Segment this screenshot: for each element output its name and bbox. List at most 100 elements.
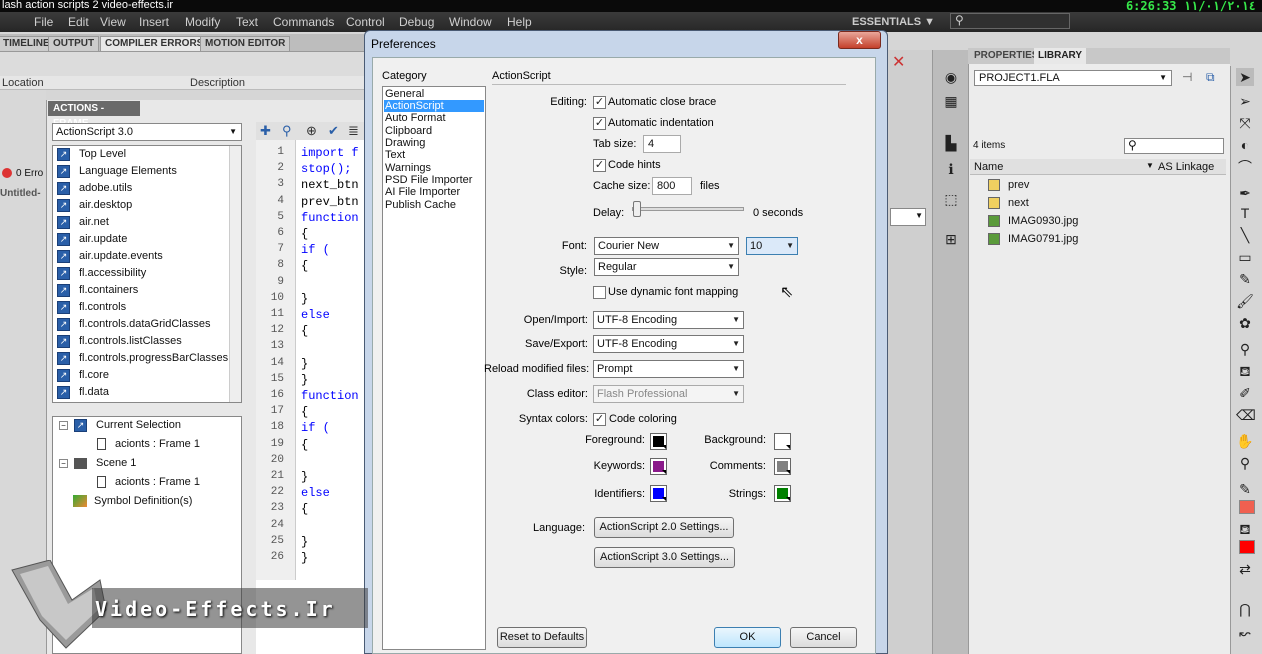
nav-current-selection[interactable]: − ↗ Current Selection xyxy=(59,417,181,434)
code-line[interactable]: { xyxy=(301,502,308,516)
code-line[interactable]: { xyxy=(301,227,308,241)
stroke-color-swatch[interactable] xyxy=(1239,500,1255,514)
code-line[interactable]: { xyxy=(301,324,308,338)
menu-commands[interactable]: Commands xyxy=(273,15,334,29)
toolbox-item[interactable]: ↗ Top Level xyxy=(57,146,126,163)
strings-swatch[interactable] xyxy=(774,485,791,502)
as3-settings-button[interactable]: ActionScript 3.0 Settings... xyxy=(594,547,735,568)
align-icon[interactable]: ▙ xyxy=(941,134,961,152)
pen-icon[interactable]: ✒ xyxy=(1236,184,1254,202)
toolbox-item[interactable]: ↗ fl.controls xyxy=(57,299,126,316)
eyedropper-icon[interactable]: ✐ xyxy=(1236,384,1254,402)
code-hints-checkbox[interactable]: ✓ xyxy=(593,159,606,172)
delay-slider-track[interactable] xyxy=(632,207,744,211)
ok-button[interactable]: OK xyxy=(714,627,781,648)
workspace-switcher[interactable]: ESSENTIALS ▼ xyxy=(852,14,940,30)
find-icon[interactable]: ⚲ xyxy=(282,123,292,139)
menu-text[interactable]: Text xyxy=(236,15,258,29)
nav-frame[interactable]: acionts : Frame 1 xyxy=(97,436,200,453)
line-tool-icon[interactable]: ╲ xyxy=(1236,226,1254,244)
toolbox-item[interactable]: ↗ fl.controls.progressBarClasses xyxy=(57,350,228,367)
toolbox-item[interactable]: ↗ adobe.utils xyxy=(57,180,132,197)
nav-symbol-definitions[interactable]: Symbol Definition(s) xyxy=(73,493,192,510)
code-line[interactable]: import f xyxy=(301,146,359,160)
deco-icon[interactable]: ✿ xyxy=(1236,314,1254,332)
doc-tab-untitled[interactable]: Untitled- xyxy=(0,188,41,199)
linkage-column[interactable]: AS Linkage xyxy=(1158,161,1214,173)
fill-color-swatch[interactable] xyxy=(1239,540,1255,554)
tab-compiler-errors[interactable]: COMPILER ERRORS xyxy=(100,36,209,51)
code-line[interactable]: if ( xyxy=(301,243,330,257)
library-item[interactable]: prev xyxy=(988,176,1029,194)
menu-debug[interactable]: Debug xyxy=(399,15,434,29)
collapse-icon[interactable]: − xyxy=(59,459,68,468)
hand-icon[interactable]: ✋ xyxy=(1236,432,1254,450)
library-item[interactable]: next xyxy=(988,194,1029,212)
toolbox-item[interactable]: ↗ fl.containers xyxy=(57,282,138,299)
actionscript-version-select[interactable]: ActionScript 3.0 ▼ xyxy=(52,123,242,141)
code-line[interactable]: else xyxy=(301,486,330,500)
dynamic-font-checkbox[interactable] xyxy=(593,286,606,299)
tab-properties[interactable]: PROPERTIES xyxy=(974,50,1038,61)
menu-window[interactable]: Window xyxy=(449,15,492,29)
menu-modify[interactable]: Modify xyxy=(185,15,220,29)
cache-size-input[interactable]: 800 xyxy=(652,177,692,195)
3d-rotation-icon[interactable]: ◐ xyxy=(1236,136,1254,154)
add-statement-icon[interactable]: ✚ xyxy=(260,123,271,139)
code-line[interactable]: { xyxy=(301,405,308,419)
code-line[interactable]: next_btn xyxy=(301,178,359,192)
target-icon[interactable]: ⊕ xyxy=(306,123,317,139)
menu-help[interactable]: Help xyxy=(507,15,532,29)
nav-scene[interactable]: − Scene 1 xyxy=(59,455,136,472)
code-line[interactable]: if ( xyxy=(301,421,330,435)
category-psd-importer[interactable]: PSD File Importer xyxy=(384,174,484,186)
code-line[interactable]: { xyxy=(301,438,308,452)
collapse-icon[interactable]: − xyxy=(59,421,68,430)
toolbox-item[interactable]: ↗ air.desktop xyxy=(57,197,132,214)
tab-library[interactable]: LIBRARY xyxy=(1034,48,1087,64)
as2-settings-button[interactable]: ActionScript 2.0 Settings... xyxy=(594,517,734,538)
library-search-input[interactable]: ⚲ xyxy=(1124,138,1224,154)
code-line[interactable]: { xyxy=(301,259,308,273)
library-document-select[interactable]: PROJECT1.FLA ▼ xyxy=(974,70,1172,86)
class-editor-select[interactable]: Flash Professional xyxy=(593,385,744,403)
foreground-swatch[interactable] xyxy=(650,433,667,450)
name-column[interactable]: Name xyxy=(974,161,1003,173)
style-select[interactable]: Regular xyxy=(594,258,739,276)
open-import-select[interactable]: UTF-8 Encoding xyxy=(593,311,744,329)
category-auto-format[interactable]: Auto Format xyxy=(384,112,484,124)
snap-icon[interactable]: ⋂ xyxy=(1236,600,1254,618)
delay-slider-thumb[interactable] xyxy=(633,201,641,217)
selection-tool-icon[interactable]: ➤ xyxy=(1236,68,1254,86)
eraser-icon[interactable]: ⌫ xyxy=(1236,406,1256,424)
comments-swatch[interactable] xyxy=(774,458,791,475)
menu-insert[interactable]: Insert xyxy=(139,15,169,29)
library-item[interactable]: IMAG0930.jpg xyxy=(988,212,1078,230)
identifiers-swatch[interactable] xyxy=(650,485,667,502)
swatches-icon[interactable]: ▦ xyxy=(941,92,961,110)
toolbox-item[interactable]: ↗ air.net xyxy=(57,214,109,231)
fill-color-icon[interactable]: ⛾ xyxy=(1236,520,1254,538)
reload-files-select[interactable]: Prompt xyxy=(593,360,744,378)
lasso-icon[interactable]: ⌒ xyxy=(1236,158,1254,176)
menu-control[interactable]: Control xyxy=(346,15,385,29)
toolbox-item[interactable]: ↗ Language Elements xyxy=(57,163,177,180)
code-line[interactable]: prev_btn xyxy=(301,195,359,209)
tab-size-input[interactable]: 4 xyxy=(643,135,681,153)
code-line[interactable]: else xyxy=(301,308,330,322)
free-transform-icon[interactable]: ⤧ xyxy=(1236,114,1254,132)
pin-icon[interactable]: ⊣ xyxy=(1182,70,1192,84)
category-drawing[interactable]: Drawing xyxy=(384,137,484,149)
cancel-button[interactable]: Cancel xyxy=(790,627,857,648)
stroke-color-icon[interactable]: ✎ xyxy=(1236,480,1254,498)
font-size-select[interactable]: 10 xyxy=(746,237,798,255)
category-publish-cache[interactable]: Publish Cache xyxy=(384,199,484,211)
save-export-select[interactable]: UTF-8 Encoding xyxy=(593,335,744,353)
toolbox-item[interactable]: ↗ fl.controls.dataGridClasses xyxy=(57,316,210,333)
tab-motion-editor[interactable]: MOTION EDITOR xyxy=(200,36,291,51)
swap-colors-icon[interactable]: ⇄ xyxy=(1236,560,1254,578)
code-line[interactable]: stop(); xyxy=(301,162,351,176)
toolbox-item[interactable]: ↗ air.update.events xyxy=(57,248,163,265)
tab-timeline[interactable]: TIMELINE xyxy=(0,36,55,51)
bone-icon[interactable]: ⚲ xyxy=(1236,340,1254,358)
